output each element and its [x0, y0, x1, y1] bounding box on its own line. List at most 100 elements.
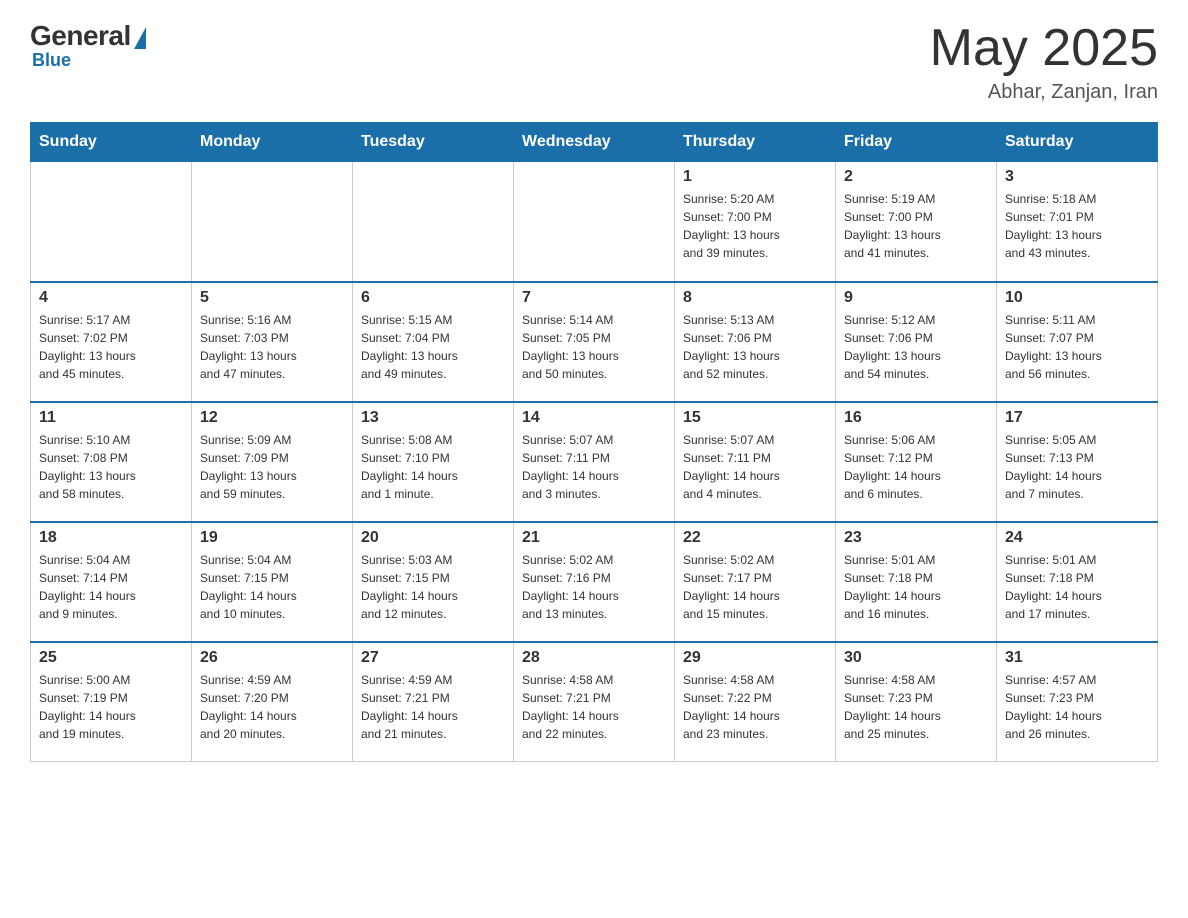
- day-number: 12: [200, 409, 344, 427]
- day-info: Sunrise: 5:15 AMSunset: 7:04 PMDaylight:…: [361, 311, 505, 383]
- day-info: Sunrise: 5:02 AMSunset: 7:16 PMDaylight:…: [522, 551, 666, 623]
- day-number: 28: [522, 649, 666, 667]
- day-number: 16: [844, 409, 988, 427]
- logo-blue-text: Blue: [32, 50, 71, 71]
- calendar-day-cell: [31, 162, 192, 282]
- calendar-day-cell: [514, 162, 675, 282]
- day-info: Sunrise: 5:12 AMSunset: 7:06 PMDaylight:…: [844, 311, 988, 383]
- day-info: Sunrise: 5:00 AMSunset: 7:19 PMDaylight:…: [39, 671, 183, 743]
- day-number: 11: [39, 409, 183, 427]
- day-info: Sunrise: 5:13 AMSunset: 7:06 PMDaylight:…: [683, 311, 827, 383]
- logo-general-text: General: [30, 20, 131, 52]
- calendar-day-cell: 6Sunrise: 5:15 AMSunset: 7:04 PMDaylight…: [353, 282, 514, 402]
- calendar-day-cell: 25Sunrise: 5:00 AMSunset: 7:19 PMDayligh…: [31, 642, 192, 762]
- title-block: May 2025 Abhar, Zanjan, Iran: [930, 20, 1158, 104]
- calendar-day-cell: 22 Sunrise: 5:02 AMSunset: 7:17 PMDayligh…: [675, 522, 836, 642]
- day-number: 5: [200, 289, 344, 307]
- calendar-day-cell: 3 Sunrise: 5:18 AMSunset: 7:01 PMDaylight…: [997, 162, 1158, 282]
- calendar-day-cell: 16 Sunrise: 5:06 AMSunset: 7:12 PMDayligh…: [836, 402, 997, 522]
- day-number: 29: [683, 649, 827, 667]
- day-info: Sunrise: 5:02 AMSunset: 7:17 PMDaylight:…: [683, 551, 827, 623]
- day-info: Sunrise: 5:04 AMSunset: 7:14 PMDaylight:…: [39, 551, 183, 623]
- day-info: Sunrise: 5:18 AMSunset: 7:01 PMDaylight:…: [1005, 190, 1149, 262]
- day-info: Sunrise: 5:07 AMSunset: 7:11 PMDaylight:…: [522, 431, 666, 503]
- day-number: 15: [683, 409, 827, 427]
- calendar-day-cell: 26 Sunrise: 4:59 AMSunset: 7:20 PMDayligh…: [192, 642, 353, 762]
- day-number: 4: [39, 289, 183, 307]
- day-number: 18: [39, 529, 183, 547]
- day-number: 30: [844, 649, 988, 667]
- calendar-table: Sunday Monday Tuesday Wednesday Thursday…: [30, 122, 1158, 762]
- day-info: Sunrise: 5:17 AMSunset: 7:02 PMDaylight:…: [39, 311, 183, 383]
- day-number: 7: [522, 289, 666, 307]
- col-friday: Friday: [836, 123, 997, 162]
- calendar-day-cell: 30 Sunrise: 4:58 AMSunset: 7:23 PMDayligh…: [836, 642, 997, 762]
- calendar-day-cell: [192, 162, 353, 282]
- day-info: Sunrise: 5:09 AMSunset: 7:09 PMDaylight:…: [200, 431, 344, 503]
- day-info: Sunrise: 5:16 AMSunset: 7:03 PMDaylight:…: [200, 311, 344, 383]
- day-info: Sunrise: 4:57 AMSunset: 7:23 PMDaylight:…: [1005, 671, 1149, 743]
- calendar-day-cell: 20 Sunrise: 5:03 AMSunset: 7:15 PMDayligh…: [353, 522, 514, 642]
- day-number: 8: [683, 289, 827, 307]
- day-info: Sunrise: 5:01 AMSunset: 7:18 PMDaylight:…: [1005, 551, 1149, 623]
- day-number: 14: [522, 409, 666, 427]
- day-info: Sunrise: 5:04 AMSunset: 7:15 PMDaylight:…: [200, 551, 344, 623]
- calendar-week-3: 11 Sunrise: 5:10 AMSunset: 7:08 PMDayligh…: [31, 402, 1158, 522]
- day-info: Sunrise: 4:59 AMSunset: 7:20 PMDaylight:…: [200, 671, 344, 743]
- day-number: 31: [1005, 649, 1149, 667]
- day-number: 24: [1005, 529, 1149, 547]
- calendar-day-cell: 2Sunrise: 5:19 AMSunset: 7:00 PMDaylight…: [836, 162, 997, 282]
- day-info: Sunrise: 4:58 AMSunset: 7:21 PMDaylight:…: [522, 671, 666, 743]
- calendar-day-cell: 18 Sunrise: 5:04 AMSunset: 7:14 PMDayligh…: [31, 522, 192, 642]
- calendar-day-cell: 31 Sunrise: 4:57 AMSunset: 7:23 PMDayligh…: [997, 642, 1158, 762]
- col-tuesday: Tuesday: [353, 123, 514, 162]
- day-info: Sunrise: 5:03 AMSunset: 7:15 PMDaylight:…: [361, 551, 505, 623]
- day-number: 21: [522, 529, 666, 547]
- day-info: Sunrise: 5:19 AMSunset: 7:00 PMDaylight:…: [844, 190, 988, 262]
- day-info: Sunrise: 5:20 AMSunset: 7:00 PMDaylight:…: [683, 190, 827, 262]
- calendar-day-cell: 24 Sunrise: 5:01 AMSunset: 7:18 PMDayligh…: [997, 522, 1158, 642]
- calendar-day-cell: 23 Sunrise: 5:01 AMSunset: 7:18 PMDayligh…: [836, 522, 997, 642]
- calendar-day-cell: 21 Sunrise: 5:02 AMSunset: 7:16 PMDayligh…: [514, 522, 675, 642]
- day-info: Sunrise: 5:07 AMSunset: 7:11 PMDaylight:…: [683, 431, 827, 503]
- calendar-day-cell: 15 Sunrise: 5:07 AMSunset: 7:11 PMDayligh…: [675, 402, 836, 522]
- calendar-title: May 2025: [930, 20, 1158, 77]
- page-header: General Blue May 2025 Abhar, Zanjan, Ira…: [30, 20, 1158, 104]
- day-number: 27: [361, 649, 505, 667]
- col-monday: Monday: [192, 123, 353, 162]
- day-number: 3: [1005, 168, 1149, 186]
- calendar-day-cell: 14 Sunrise: 5:07 AMSunset: 7:11 PMDayligh…: [514, 402, 675, 522]
- calendar-day-cell: 4 Sunrise: 5:17 AMSunset: 7:02 PMDaylight…: [31, 282, 192, 402]
- col-sunday: Sunday: [31, 123, 192, 162]
- calendar-day-cell: 28 Sunrise: 4:58 AMSunset: 7:21 PMDayligh…: [514, 642, 675, 762]
- calendar-day-cell: 12 Sunrise: 5:09 AMSunset: 7:09 PMDayligh…: [192, 402, 353, 522]
- day-number: 17: [1005, 409, 1149, 427]
- day-info: Sunrise: 4:59 AMSunset: 7:21 PMDaylight:…: [361, 671, 505, 743]
- day-info: Sunrise: 5:10 AMSunset: 7:08 PMDaylight:…: [39, 431, 183, 503]
- col-thursday: Thursday: [675, 123, 836, 162]
- calendar-day-cell: 19 Sunrise: 5:04 AMSunset: 7:15 PMDayligh…: [192, 522, 353, 642]
- day-info: Sunrise: 5:06 AMSunset: 7:12 PMDaylight:…: [844, 431, 988, 503]
- day-number: 23: [844, 529, 988, 547]
- day-number: 13: [361, 409, 505, 427]
- day-number: 1: [683, 168, 827, 186]
- day-info: Sunrise: 4:58 AMSunset: 7:23 PMDaylight:…: [844, 671, 988, 743]
- day-info: Sunrise: 4:58 AMSunset: 7:22 PMDaylight:…: [683, 671, 827, 743]
- logo: General Blue: [30, 20, 146, 71]
- day-info: Sunrise: 5:11 AMSunset: 7:07 PMDaylight:…: [1005, 311, 1149, 383]
- calendar-day-cell: 1 Sunrise: 5:20 AMSunset: 7:00 PMDaylight…: [675, 162, 836, 282]
- day-number: 19: [200, 529, 344, 547]
- calendar-day-cell: 27 Sunrise: 4:59 AMSunset: 7:21 PMDayligh…: [353, 642, 514, 762]
- calendar-header-row: Sunday Monday Tuesday Wednesday Thursday…: [31, 123, 1158, 162]
- day-number: 20: [361, 529, 505, 547]
- calendar-day-cell: 17 Sunrise: 5:05 AMSunset: 7:13 PMDayligh…: [997, 402, 1158, 522]
- day-info: Sunrise: 5:08 AMSunset: 7:10 PMDaylight:…: [361, 431, 505, 503]
- day-number: 10: [1005, 289, 1149, 307]
- day-number: 26: [200, 649, 344, 667]
- day-info: Sunrise: 5:05 AMSunset: 7:13 PMDaylight:…: [1005, 431, 1149, 503]
- calendar-day-cell: 29 Sunrise: 4:58 AMSunset: 7:22 PMDayligh…: [675, 642, 836, 762]
- day-info: Sunrise: 5:01 AMSunset: 7:18 PMDaylight:…: [844, 551, 988, 623]
- calendar-day-cell: 5 Sunrise: 5:16 AMSunset: 7:03 PMDaylight…: [192, 282, 353, 402]
- calendar-week-2: 4 Sunrise: 5:17 AMSunset: 7:02 PMDaylight…: [31, 282, 1158, 402]
- day-number: 22: [683, 529, 827, 547]
